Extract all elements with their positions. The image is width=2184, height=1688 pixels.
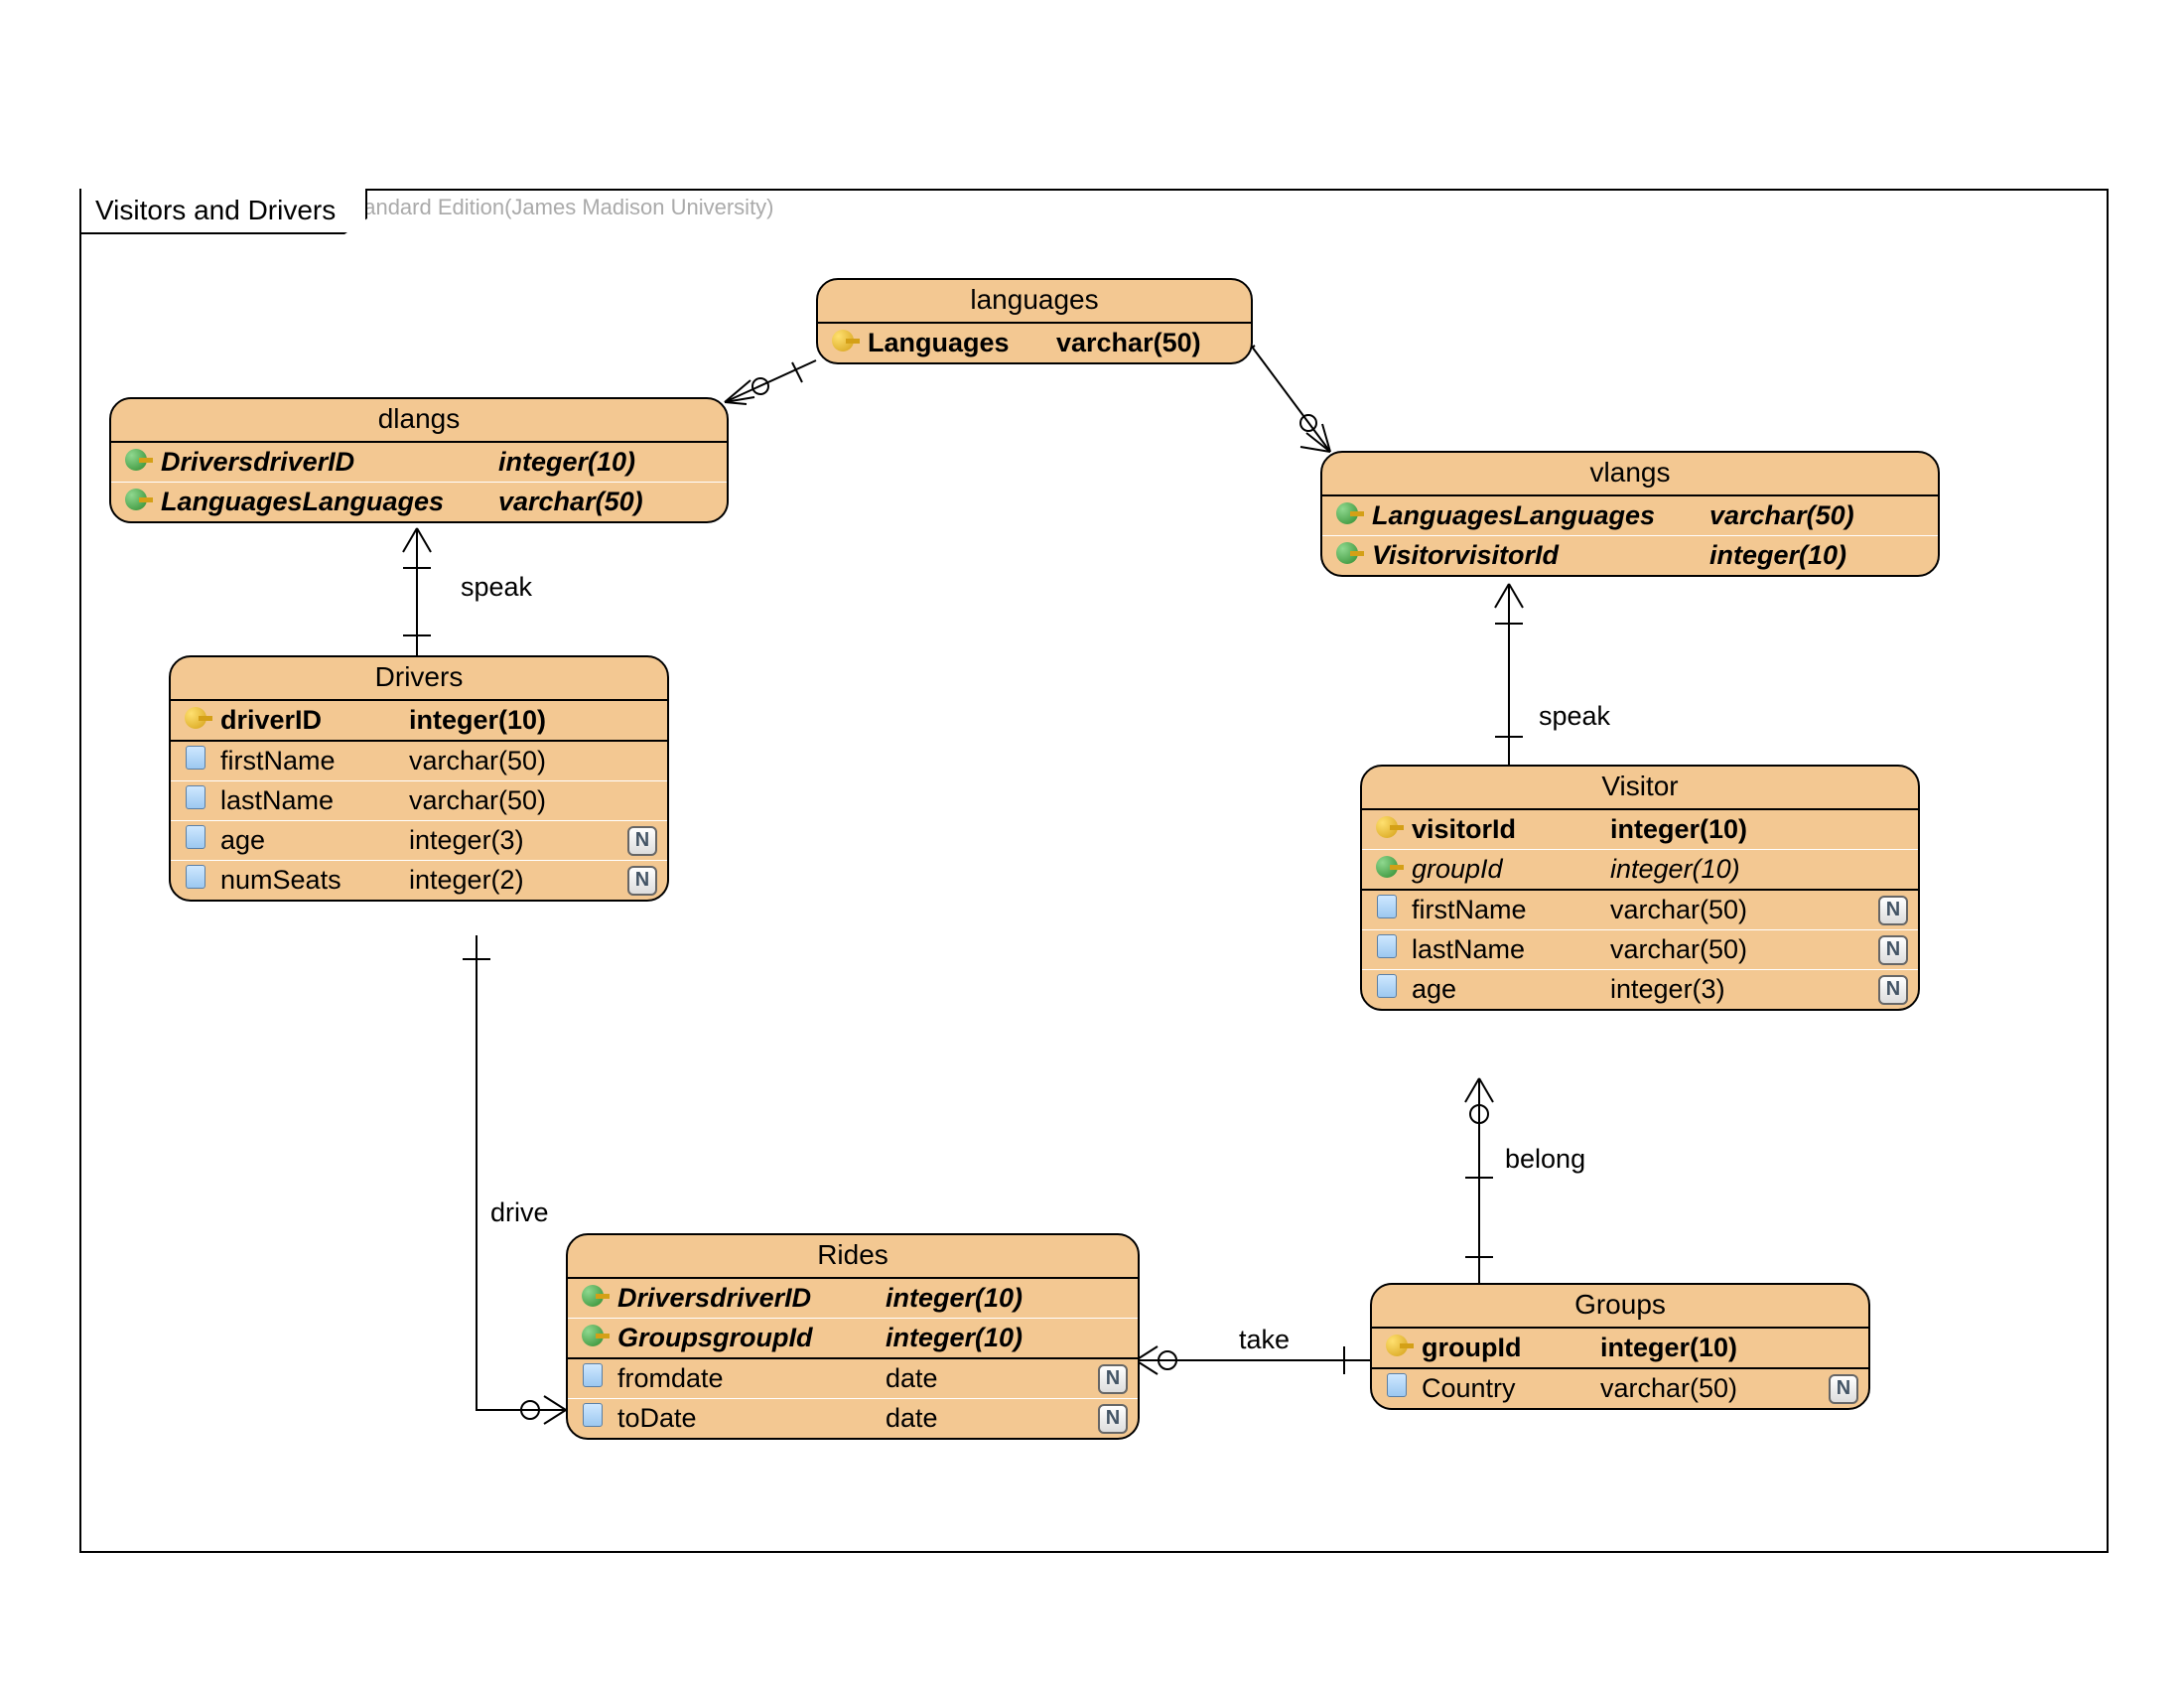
- entity-rides[interactable]: Rides DriversdriverID integer(10) Groups…: [566, 1233, 1140, 1440]
- relation-drive-label: drive: [490, 1197, 549, 1228]
- col-type: varchar(50): [1610, 895, 1789, 925]
- col-name: groupId: [1412, 854, 1610, 885]
- col-name: firstName: [1412, 895, 1610, 925]
- nullable-badge: N: [1098, 1364, 1128, 1394]
- nullable-badge: N: [627, 866, 657, 896]
- col-type: date: [886, 1403, 1044, 1434]
- col-type: integer(10): [886, 1323, 1023, 1353]
- col-name: visitorId: [1412, 814, 1610, 845]
- col-type: integer(10): [1600, 1333, 1737, 1363]
- diagram-title-tab: Visitors and Drivers: [79, 189, 367, 234]
- col-name: driverID: [220, 705, 409, 736]
- col-type: varchar(50): [1610, 934, 1789, 965]
- nullable-badge: N: [1878, 975, 1908, 1005]
- col-type: varchar(50): [1056, 328, 1201, 358]
- col-name: groupId: [1422, 1333, 1600, 1363]
- col-type: varchar(50): [409, 785, 546, 816]
- col-name: LanguagesLanguages: [161, 487, 498, 517]
- col-name: firstName: [220, 746, 409, 776]
- col-name: age: [1412, 974, 1610, 1005]
- nullable-badge: N: [627, 826, 657, 856]
- nullable-badge: N: [1098, 1404, 1128, 1434]
- fk-icon: [1332, 540, 1362, 571]
- entity-drivers[interactable]: Drivers driverID integer(10) firstName v…: [169, 655, 669, 902]
- col-type: varchar(50): [1600, 1373, 1779, 1404]
- column-icon: [1372, 934, 1402, 965]
- entity-title: Rides: [568, 1235, 1138, 1277]
- col-type: integer(10): [1610, 814, 1747, 845]
- col-type: integer(10): [1610, 854, 1740, 885]
- entity-groups[interactable]: Groups groupId integer(10) Country varch…: [1370, 1283, 1870, 1410]
- pk-icon: [1382, 1333, 1412, 1363]
- pk-icon: [828, 328, 858, 358]
- fk-icon: [1332, 500, 1362, 531]
- col-name: Country: [1422, 1373, 1600, 1404]
- column-icon: [181, 865, 210, 896]
- column-icon: [181, 746, 210, 776]
- entity-languages[interactable]: languages Languages varchar(50): [816, 278, 1253, 364]
- nullable-badge: N: [1878, 896, 1908, 925]
- col-name: fromdate: [617, 1363, 886, 1394]
- relation-speak2-label: speak: [1539, 701, 1610, 732]
- fk-icon: [121, 447, 151, 478]
- col-name: GroupsgroupId: [617, 1323, 886, 1353]
- column-icon: [181, 785, 210, 816]
- col-name: DriversdriverID: [617, 1283, 886, 1314]
- entity-title: Drivers: [171, 657, 667, 699]
- column-icon: [1372, 974, 1402, 1005]
- col-name: lastName: [1412, 934, 1610, 965]
- column-icon: [578, 1363, 608, 1394]
- entity-visitor[interactable]: Visitor visitorId integer(10) groupId in…: [1360, 765, 1920, 1011]
- fk-icon: [578, 1323, 608, 1353]
- col-name: lastName: [220, 785, 409, 816]
- col-name: age: [220, 825, 409, 856]
- entity-title: vlangs: [1322, 453, 1938, 494]
- col-type: integer(10): [886, 1283, 1023, 1314]
- pk-icon: [181, 705, 210, 736]
- col-name: numSeats: [220, 865, 409, 896]
- nullable-badge: N: [1829, 1374, 1858, 1404]
- entity-dlangs[interactable]: dlangs DriversdriverID integer(10) Langu…: [109, 397, 729, 523]
- col-name: DriversdriverID: [161, 447, 498, 478]
- col-type: date: [886, 1363, 1044, 1394]
- col-type: integer(3): [1610, 974, 1789, 1005]
- col-type: integer(2): [409, 865, 524, 896]
- col-type: integer(3): [409, 825, 524, 856]
- relation-belong-label: belong: [1505, 1144, 1585, 1175]
- entity-title: languages: [818, 280, 1251, 322]
- pk-icon: [1372, 814, 1402, 845]
- entity-title: Visitor: [1362, 767, 1918, 808]
- col-name: toDate: [617, 1403, 886, 1434]
- col-type: integer(10): [409, 705, 546, 736]
- col-name: VisitorvisitorId: [1372, 540, 1709, 571]
- fk-icon: [1372, 854, 1402, 885]
- entity-title: dlangs: [111, 399, 727, 441]
- column-icon: [578, 1403, 608, 1434]
- column-icon: [181, 825, 210, 856]
- relation-speak-label: speak: [461, 572, 532, 603]
- col-name: Languages: [868, 328, 1056, 358]
- col-type: varchar(50): [498, 487, 643, 517]
- entity-vlangs[interactable]: vlangs LanguagesLanguages varchar(50) Vi…: [1320, 451, 1940, 577]
- column-icon: [1382, 1373, 1412, 1404]
- col-type: varchar(50): [1709, 500, 1854, 531]
- column-icon: [1372, 895, 1402, 925]
- col-type: integer(10): [1709, 540, 1846, 571]
- col-type: integer(10): [498, 447, 635, 478]
- fk-icon: [121, 487, 151, 517]
- entity-title: Groups: [1372, 1285, 1868, 1327]
- fk-icon: [578, 1283, 608, 1314]
- col-type: varchar(50): [409, 746, 546, 776]
- relation-take-label: take: [1239, 1325, 1290, 1355]
- col-name: LanguagesLanguages: [1372, 500, 1709, 531]
- nullable-badge: N: [1878, 935, 1908, 965]
